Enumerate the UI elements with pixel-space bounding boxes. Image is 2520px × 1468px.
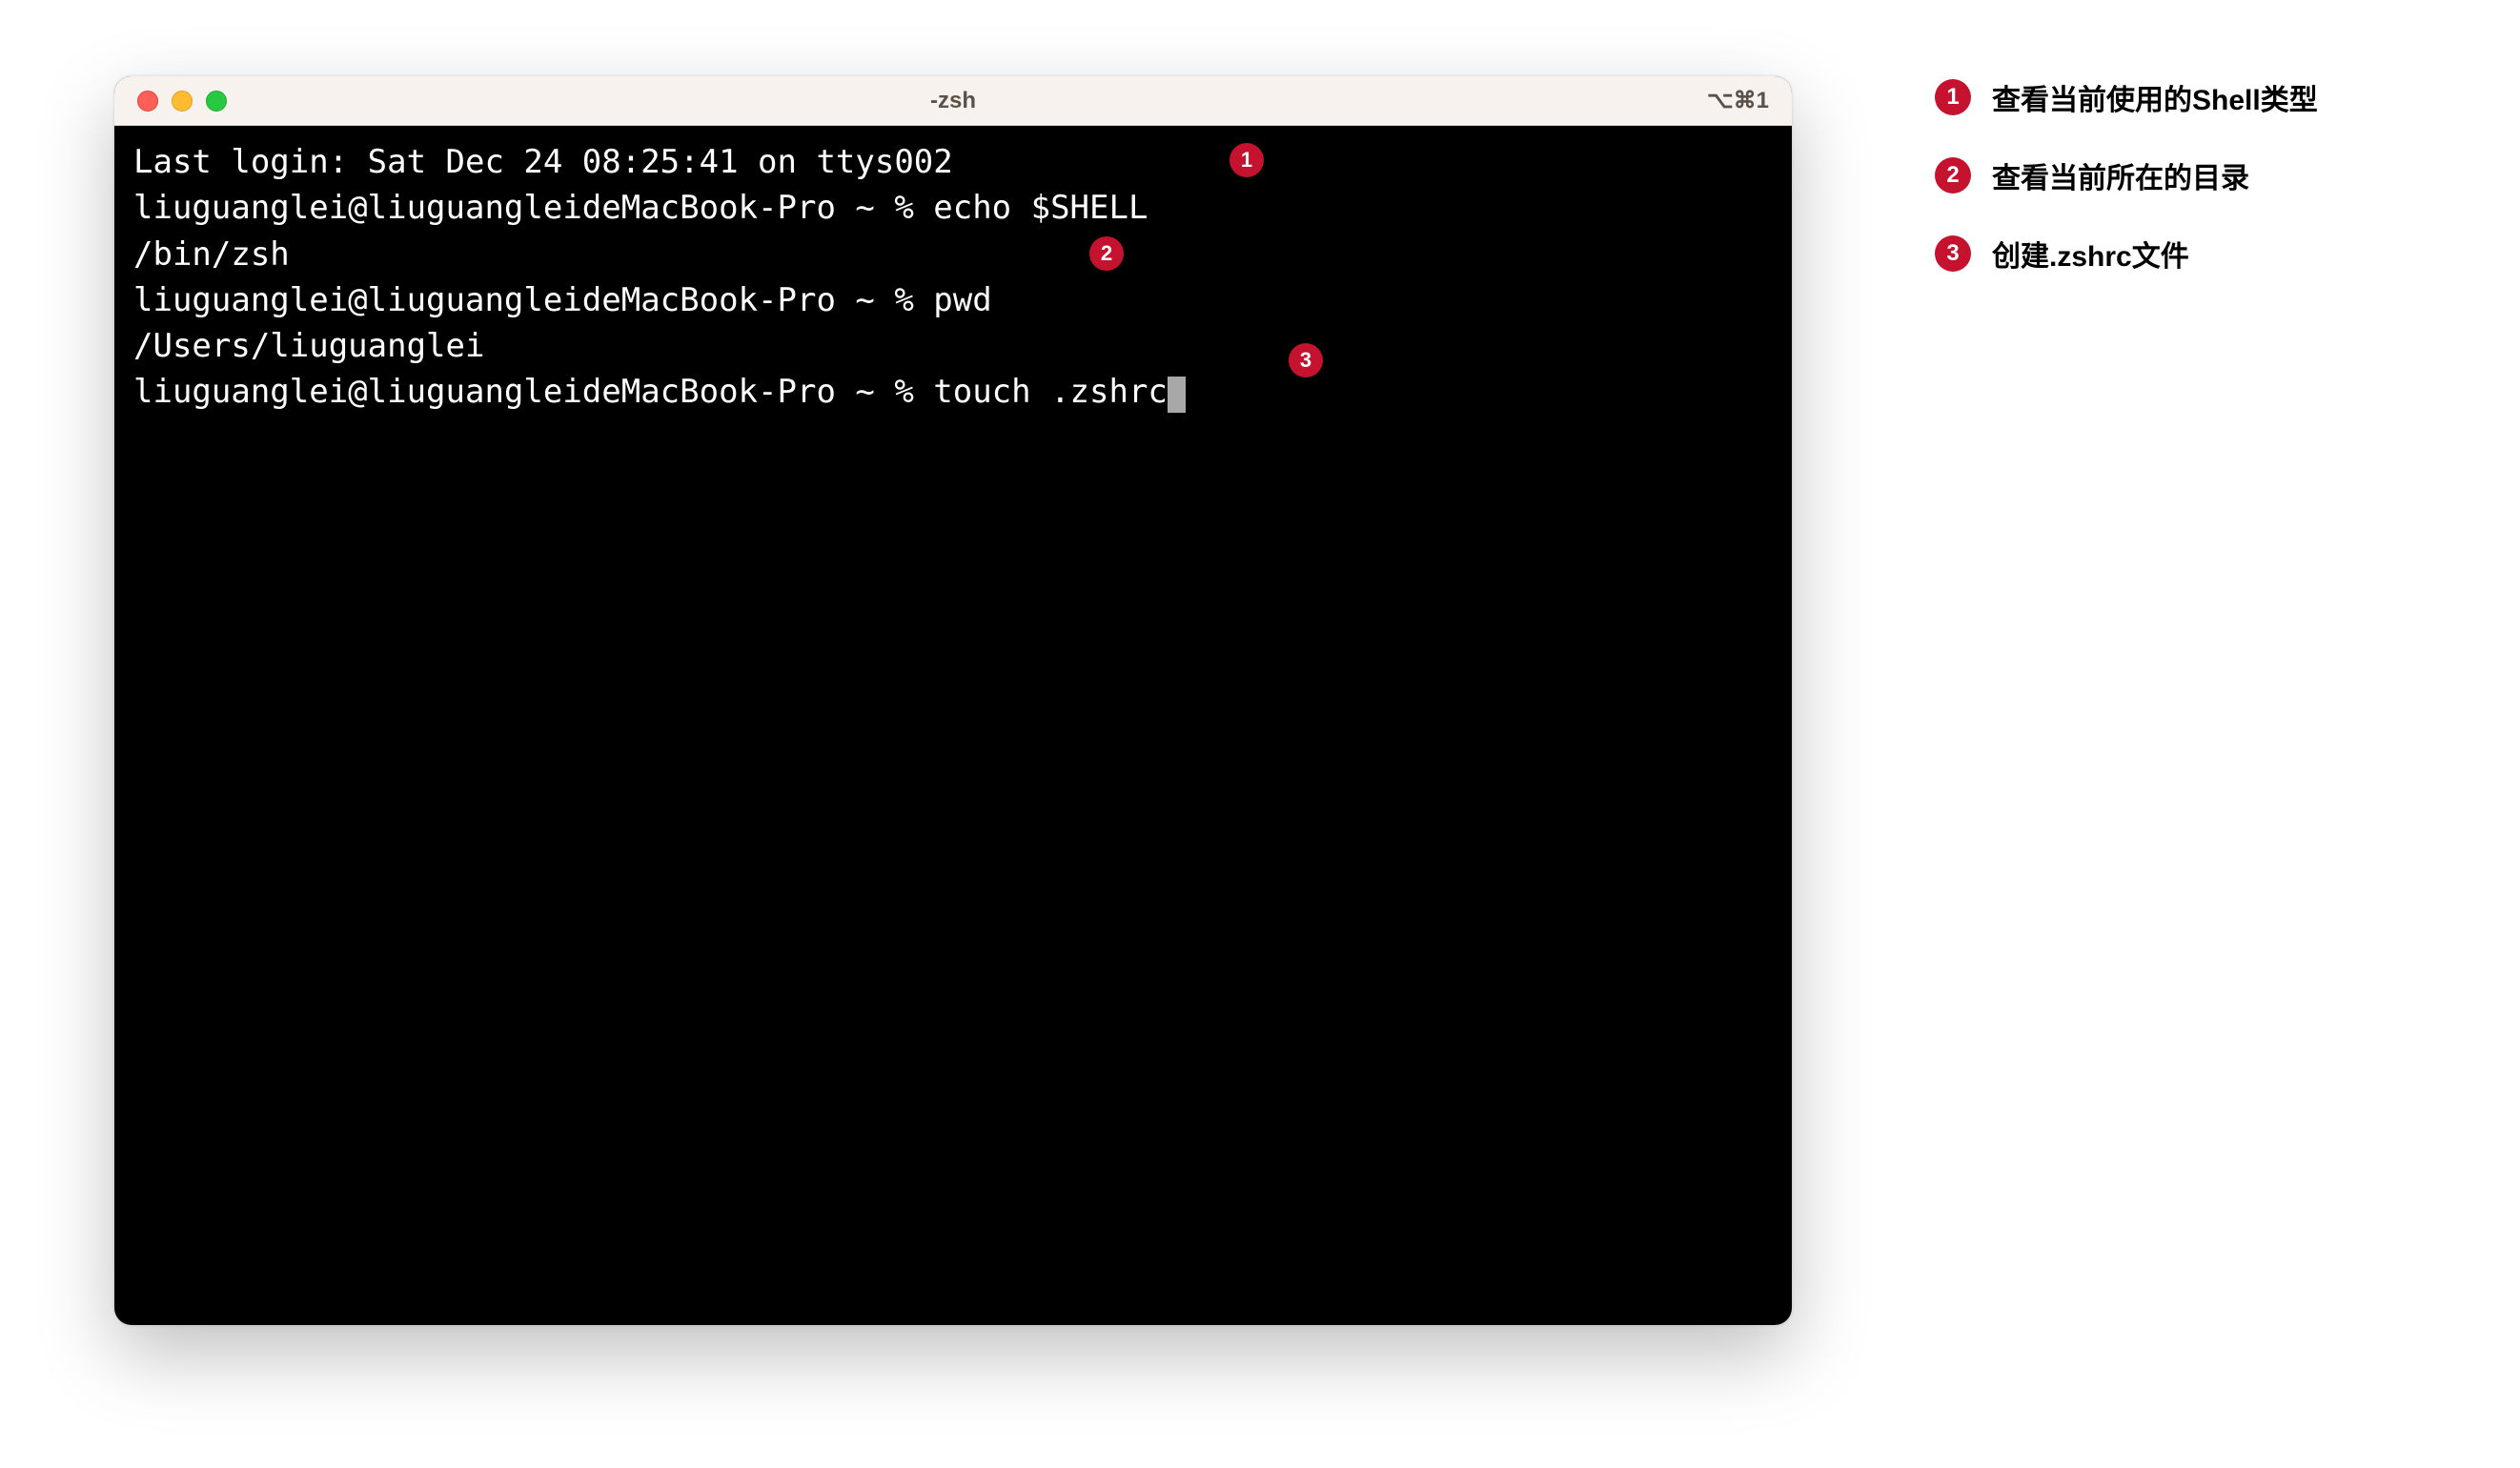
terminal-line-prompt-2: liuguanglei@liuguangleideMacBook-Pro ~ %…	[133, 277, 1773, 323]
terminal-window: -zsh ⌥⌘1 Last login: Sat Dec 24 08:25:41…	[114, 76, 1792, 1325]
traffic-lights	[137, 91, 227, 112]
legend-text: 查看当前使用的Shell类型	[1992, 76, 2318, 118]
cursor-icon	[1168, 377, 1186, 413]
legend-list: 1 查看当前使用的Shell类型 2 查看当前所在的目录 3 创建.zshrc文…	[1935, 76, 2318, 1325]
minimize-button[interactable]	[172, 91, 193, 112]
window-title: -zsh	[930, 88, 976, 114]
shortcut-hint: ⌥⌘1	[1707, 87, 1769, 114]
terminal-line-prompt-3: liuguanglei@liuguangleideMacBook-Pro ~ %…	[133, 369, 1773, 415]
terminal-line-output-1: /bin/zsh	[133, 232, 1773, 277]
legend-item: 3 创建.zshrc文件	[1935, 233, 2318, 275]
callout-badge-3: 3	[1289, 343, 1323, 377]
terminal-line-prompt-1: liuguanglei@liuguangleideMacBook-Pro ~ %…	[133, 185, 1773, 231]
terminal-line-login: Last login: Sat Dec 24 08:25:41 on ttys0…	[133, 139, 1773, 185]
legend-item: 1 查看当前使用的Shell类型	[1935, 76, 2318, 118]
window-titlebar: -zsh ⌥⌘1	[114, 76, 1792, 126]
terminal-line-output-2: /Users/liuguanglei	[133, 323, 1773, 369]
callout-badge-1: 1	[1230, 143, 1264, 177]
legend-badge: 2	[1935, 157, 1971, 194]
maximize-button[interactable]	[206, 91, 227, 112]
legend-text: 查看当前所在的目录	[1992, 154, 2249, 196]
close-button[interactable]	[137, 91, 158, 112]
legend-text: 创建.zshrc文件	[1992, 233, 2189, 275]
callout-badge-2: 2	[1089, 236, 1124, 271]
terminal-body[interactable]: Last login: Sat Dec 24 08:25:41 on ttys0…	[114, 126, 1792, 1325]
legend-badge: 1	[1935, 79, 1971, 115]
legend-item: 2 查看当前所在的目录	[1935, 154, 2318, 196]
legend-badge: 3	[1935, 235, 1971, 272]
